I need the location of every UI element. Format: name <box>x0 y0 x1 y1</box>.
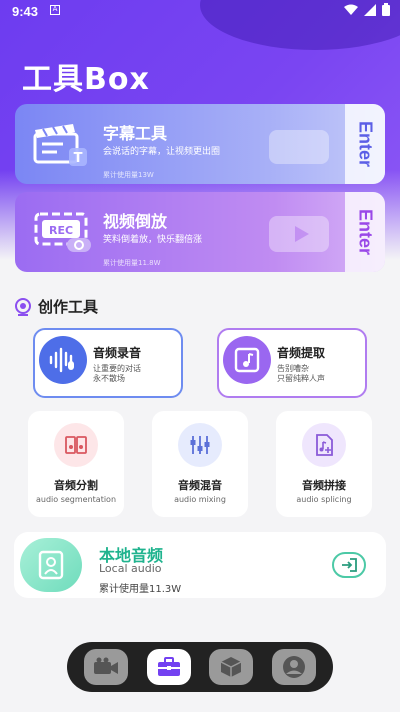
audio-record-desc: 让重要的对话 永不散场 <box>93 364 141 384</box>
notification-a-icon: A <box>50 5 60 15</box>
reverse-enter-button[interactable]: Enter <box>345 192 385 272</box>
svg-text:REC: REC <box>49 224 73 237</box>
audio-extract-desc-line2: 只留纯粹人声 <box>277 374 325 383</box>
status-time: 9:43 <box>12 4 39 19</box>
audio-splice-subtitle: audio splicing <box>296 495 352 504</box>
audio-extract-card[interactable]: 音频提取 告别嘈杂 只留纯粹人声 <box>217 328 367 398</box>
audio-split-subtitle: audio segmentation <box>35 495 117 504</box>
local-audio-subtitle: Local audio <box>99 562 162 575</box>
splice-file-icon <box>302 423 346 467</box>
audio-record-title: 音频录音 <box>93 346 142 360</box>
audio-splice-title: 音频拼接 <box>302 479 346 492</box>
audio-mix-subtitle: audio mixing <box>174 495 226 504</box>
webcam-icon <box>15 297 31 316</box>
local-audio-usage: 累计使用量11.3W <box>99 584 182 595</box>
reverse-video-card[interactable]: REC 视频倒放 笑料倒着放，快乐翻倍涨 累计使用量11.8W Enter <box>15 192 385 272</box>
audio-extract-title: 音频提取 <box>277 346 326 360</box>
nav-video[interactable] <box>84 649 129 685</box>
cellular-icon <box>364 3 376 16</box>
audio-mix-title: 音频混音 <box>178 479 222 492</box>
reverse-video-usage: 累计使用量11.8W <box>103 259 161 267</box>
status-icons <box>344 3 390 16</box>
audio-extract-desc-line1: 告别嘈杂 <box>277 364 309 373</box>
status-bar: 9:43 A <box>0 0 400 24</box>
nav-profile[interactable] <box>271 649 316 685</box>
local-audio-icon <box>20 538 82 592</box>
wifi-icon <box>344 4 358 15</box>
subtitle-tool-desc: 会说话的字幕，让视频更出圈 <box>103 147 221 157</box>
section-title: 创作工具 <box>38 298 99 316</box>
nav-toolbox[interactable] <box>146 649 191 685</box>
subtitle-tool-title: 字幕工具 <box>103 124 168 143</box>
audio-extract-desc: 告别嘈杂 只留纯粹人声 <box>277 364 325 384</box>
app-title: 工具Box <box>22 62 150 97</box>
subtitle-enter-button[interactable]: Enter <box>345 104 385 184</box>
mixer-icon <box>178 423 222 467</box>
deco-film-icon <box>269 130 329 164</box>
audio-mix-card[interactable]: 音频混音 audio mixing <box>152 411 248 517</box>
local-audio-enter-button[interactable] <box>332 552 366 578</box>
enter-arrow-icon <box>342 558 357 572</box>
audio-splice-card[interactable]: 音频拼接 audio splicing <box>276 411 372 517</box>
creation-tools-header: 创作工具 <box>14 296 98 317</box>
subtitle-enter-label: Enter <box>355 120 376 167</box>
subtitle-tool-usage: 累计使用量13W <box>103 171 154 179</box>
split-audio-icon <box>54 423 98 467</box>
reverse-video-title: 视频倒放 <box>103 212 168 231</box>
svg-text:T: T <box>74 151 83 166</box>
nav-cube[interactable] <box>209 649 254 685</box>
subtitle-tool-card[interactable]: T 字幕工具 会说话的字幕，让视频更出圈 累计使用量13W Enter <box>15 104 385 184</box>
audio-record-desc-line2: 永不散场 <box>93 374 125 383</box>
microphone-waveform-icon <box>39 336 87 384</box>
cube-icon <box>220 657 242 677</box>
video-camera-icon <box>94 657 119 674</box>
profile-icon <box>282 656 305 678</box>
toolbox-icon <box>157 657 180 676</box>
bottom-navigation <box>67 642 333 692</box>
rec-icon: REC <box>34 212 91 252</box>
battery-icon <box>382 3 390 16</box>
audio-record-card[interactable]: 音频录音 让重要的对话 永不散场 <box>33 328 183 398</box>
deco-play-icon <box>269 216 329 252</box>
audio-split-title: 音频分割 <box>54 479 98 492</box>
music-note-icon <box>223 336 271 384</box>
audio-record-desc-line1: 让重要的对话 <box>93 364 141 373</box>
clapperboard-icon: T <box>33 124 87 166</box>
local-audio-card[interactable]: 本地音频 Local audio 累计使用量11.3W <box>14 532 386 598</box>
audio-split-card[interactable]: 音频分割 audio segmentation <box>28 411 124 517</box>
reverse-video-desc: 笑料倒着放，快乐翻倍涨 <box>103 235 203 245</box>
reverse-enter-label: Enter <box>355 208 376 255</box>
